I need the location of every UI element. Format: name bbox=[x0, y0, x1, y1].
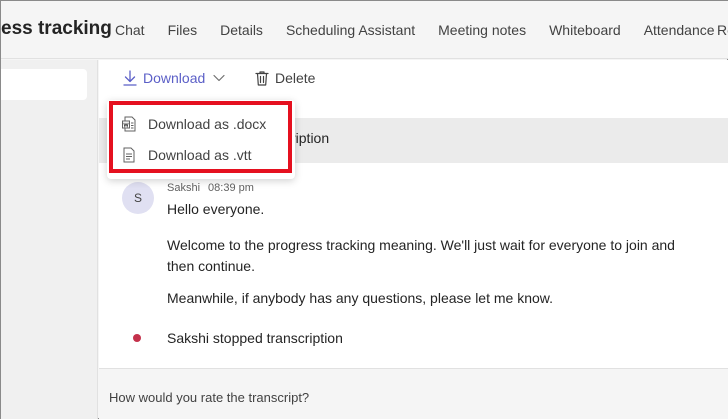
download-icon bbox=[123, 70, 137, 86]
meeting-header: ess tracking Chat Files Details Scheduli… bbox=[1, 1, 728, 59]
sidebar-search-box[interactable] bbox=[1, 69, 87, 100]
download-button[interactable]: Download bbox=[123, 70, 225, 86]
tab-recordings-clipped[interactable]: Re bbox=[717, 22, 728, 38]
transcript-toolbar: Download Delete bbox=[99, 60, 728, 100]
highlight-box bbox=[109, 101, 292, 173]
tab-chat[interactable]: Chat bbox=[115, 22, 145, 38]
tab-scheduling-assistant[interactable]: Scheduling Assistant bbox=[286, 22, 415, 38]
tab-whiteboard[interactable]: Whiteboard bbox=[549, 22, 621, 38]
trash-icon bbox=[255, 70, 269, 86]
delete-label: Delete bbox=[275, 70, 316, 86]
speaker-info: Sakshi 08:39 pm bbox=[167, 182, 254, 194]
speaker-name: Sakshi bbox=[167, 182, 201, 194]
transcription-stopped-dot-icon bbox=[133, 334, 141, 342]
transcript-message: Welcome to the progress tracking meaning… bbox=[167, 237, 675, 274]
chevron-down-icon bbox=[213, 74, 225, 82]
tab-meeting-notes[interactable]: Meeting notes bbox=[438, 22, 526, 38]
rating-prompt: How would you rate the transcript? bbox=[109, 390, 310, 405]
message-timestamp: 08:39 pm bbox=[208, 182, 254, 194]
tab-details[interactable]: Details bbox=[220, 22, 263, 38]
transcription-started-text: ription bbox=[291, 130, 330, 146]
meeting-title: ess tracking bbox=[1, 18, 112, 39]
tab-bar: Chat Files Details Scheduling Assistant … bbox=[115, 22, 728, 38]
tab-files[interactable]: Files bbox=[168, 22, 198, 38]
delete-button[interactable]: Delete bbox=[255, 70, 315, 86]
transcription-stopped-text: Sakshi stopped transcription bbox=[167, 330, 343, 346]
tab-attendance[interactable]: Attendance bbox=[644, 22, 715, 38]
avatar: S bbox=[122, 182, 154, 214]
sidebar bbox=[1, 60, 98, 419]
transcript-message: Meanwhile, if anybody has any questions,… bbox=[167, 290, 554, 306]
download-label: Download bbox=[143, 70, 206, 86]
transcript-message: Hello everyone. bbox=[167, 201, 265, 217]
rating-bar: How would you rate the transcript? bbox=[99, 368, 728, 419]
